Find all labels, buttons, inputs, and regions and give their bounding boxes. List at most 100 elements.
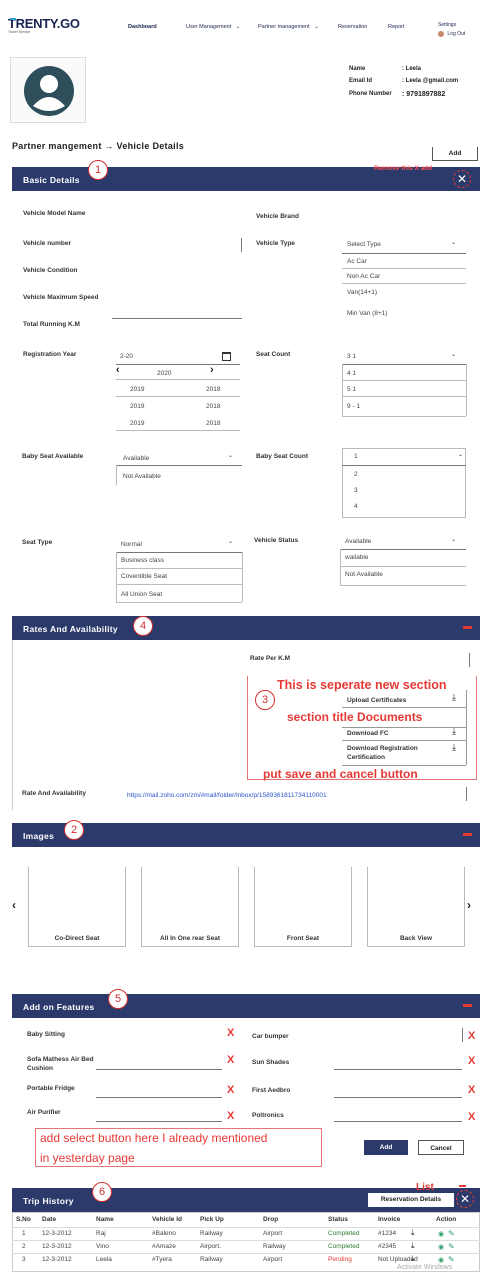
nav-reservation[interactable]: Reservation (338, 24, 367, 30)
baby-seat-count-option[interactable]: 1 (354, 453, 358, 460)
features-cancel-button[interactable]: Cancel (418, 1140, 464, 1155)
baby-seat-available-option[interactable]: Not Available (123, 473, 161, 480)
collapse-icon[interactable] (459, 1185, 466, 1187)
vehicle-type-option[interactable]: Ac Car (347, 258, 367, 265)
table-header-cell: Pick Up (200, 1216, 224, 1223)
rate-availability-link[interactable]: https://mail.zoho.com/zm/#mail/folder/in… (127, 792, 327, 799)
registration-year-input[interactable]: 2-20 (120, 353, 133, 360)
invoice-download-icon[interactable]: ⤓ (411, 1254, 415, 1264)
calendar-year-option[interactable]: 2019 (130, 420, 144, 427)
collapse-icon[interactable] (463, 626, 472, 629)
view-icon[interactable]: ◉ (438, 1243, 444, 1251)
edit-icon[interactable]: ✎ (448, 1255, 455, 1264)
collapse-icon[interactable] (463, 1004, 472, 1007)
feature-input[interactable] (334, 1069, 462, 1070)
vehicle-status-select[interactable]: Available (345, 538, 371, 545)
add-button[interactable]: Add (432, 147, 478, 161)
vehicle-number-input[interactable] (241, 238, 242, 252)
carousel-next-icon[interactable]: › (467, 898, 471, 912)
collapse-icon[interactable] (463, 833, 472, 836)
feature-label: Air Purifier (27, 1109, 61, 1116)
edit-icon[interactable]: ✎ (448, 1242, 455, 1251)
calendar-next-icon[interactable]: › (210, 364, 214, 376)
download-icon[interactable]: ⤓ (452, 742, 456, 753)
image-card[interactable]: Back View (367, 867, 465, 947)
annotation-1: 1 (88, 160, 108, 180)
annotation-6: 6 (92, 1182, 112, 1202)
calendar-prev-icon[interactable]: ‹ (116, 364, 120, 376)
basic-details-header: Basic Details Remove this X add ✕ (12, 165, 480, 191)
status-badge: Completed (328, 1230, 360, 1237)
seat-type-select[interactable]: Normal (121, 541, 142, 548)
vehicle-type-option[interactable]: Min Van (8+1) (347, 310, 388, 317)
feature-input[interactable] (96, 1121, 222, 1122)
vehicle-type-option[interactable]: Non Ac Car (347, 273, 380, 280)
nav-user-management[interactable]: User Management ⌄ (186, 24, 240, 30)
reservation-details-button[interactable]: Reservation Details (368, 1193, 454, 1207)
calendar-year-option[interactable]: 2018 (206, 420, 220, 427)
image-card[interactable]: Front Seat (254, 867, 352, 947)
calendar-year-option[interactable]: 2019 (130, 403, 144, 410)
edit-icon[interactable]: ✎ (448, 1229, 455, 1238)
logo[interactable]: TRENTY.GO Travel Service (8, 16, 80, 34)
feature-input[interactable] (334, 1097, 462, 1098)
profile-phone-label: Phone Number (349, 91, 392, 97)
nav-partner-management[interactable]: Partner management ⌄ (258, 24, 319, 30)
seat-count-option[interactable]: 9 - 1 (347, 403, 360, 410)
seat-count-option[interactable]: 4 1 (347, 370, 356, 377)
baby-seat-count-option[interactable]: 2 (354, 471, 358, 478)
calendar-year: 2020 (157, 370, 172, 377)
table-header-cell: Name (96, 1216, 114, 1223)
close-icon[interactable]: ✕ (456, 1190, 474, 1208)
invoice-download-icon[interactable]: ⤓ (411, 1241, 415, 1251)
vehicle-status-option[interactable]: Not Available (345, 571, 383, 578)
logout-link[interactable]: Log Out (438, 31, 465, 37)
table-cell: Raj (96, 1230, 106, 1237)
vehicle-type-select[interactable]: Select Type (347, 241, 381, 248)
table-cell: 12-3-2012 (42, 1230, 72, 1237)
invoice-download-icon[interactable]: ⤓ (411, 1228, 415, 1238)
vehicle-max-speed-label: Vehicle Maximum Speed (23, 294, 99, 301)
baby-seat-count-option[interactable]: 4 (354, 503, 358, 510)
seat-type-option[interactable]: All Union Seat (121, 591, 162, 598)
chevron-down-icon: ⌄ (451, 352, 457, 358)
view-icon[interactable]: ◉ (438, 1230, 444, 1238)
remove-x-mark: X (227, 1084, 235, 1096)
table-cell: 12-3-2012 (42, 1256, 72, 1263)
chevron-down-icon: ⌄ (458, 452, 464, 458)
view-icon[interactable]: ◉ (438, 1256, 444, 1264)
calendar-icon[interactable] (222, 352, 231, 361)
seat-count-option[interactable]: 3 1 (347, 353, 356, 360)
calendar-year-option[interactable]: 2019 (130, 386, 144, 393)
table-cell: 3 (22, 1256, 26, 1263)
nav-report[interactable]: Report (388, 24, 405, 30)
feature-input[interactable] (96, 1097, 222, 1098)
features-header: Add on Features (12, 994, 480, 1018)
features-add-button[interactable]: Add (364, 1140, 408, 1155)
feature-input[interactable] (96, 1069, 222, 1070)
seat-type-option[interactable]: Coventible Seat (121, 573, 167, 580)
nav-settings[interactable]: Settings (438, 22, 456, 28)
image-card[interactable]: All In One rear Seat (141, 867, 239, 947)
baby-seat-count-option[interactable]: 3 (354, 487, 358, 494)
vehicle-status-label: Vehicle Status (254, 537, 299, 544)
profile-email-value: : Leela @gmail.com (402, 78, 459, 84)
table-cell: 12-3-2012 (42, 1243, 72, 1250)
rate-per-km-input[interactable] (469, 653, 470, 667)
seat-type-option[interactable]: Business class (121, 557, 164, 564)
baby-seat-available-select[interactable]: Available (123, 455, 149, 462)
remove-x-mark: X (227, 1110, 235, 1122)
image-card[interactable]: Co-Direct Seat (28, 867, 126, 947)
vehicle-type-option[interactable]: Van(14+1) (347, 289, 377, 296)
vehicle-status-option[interactable]: wailable (345, 554, 369, 561)
download-icon[interactable]: ⤓ (452, 726, 456, 737)
calendar-year-option[interactable]: 2018 (206, 386, 220, 393)
carousel-prev-icon[interactable]: ‹ (12, 898, 16, 912)
seat-count-option[interactable]: 5 1 (347, 386, 356, 393)
upload-icon[interactable]: ⤓ (452, 692, 456, 703)
max-speed-input[interactable] (112, 318, 242, 319)
feature-input[interactable] (334, 1121, 462, 1122)
close-icon[interactable]: ✕ (453, 170, 471, 188)
calendar-year-option[interactable]: 2018 (206, 403, 220, 410)
nav-dashboard[interactable]: Dashboard (128, 24, 157, 30)
